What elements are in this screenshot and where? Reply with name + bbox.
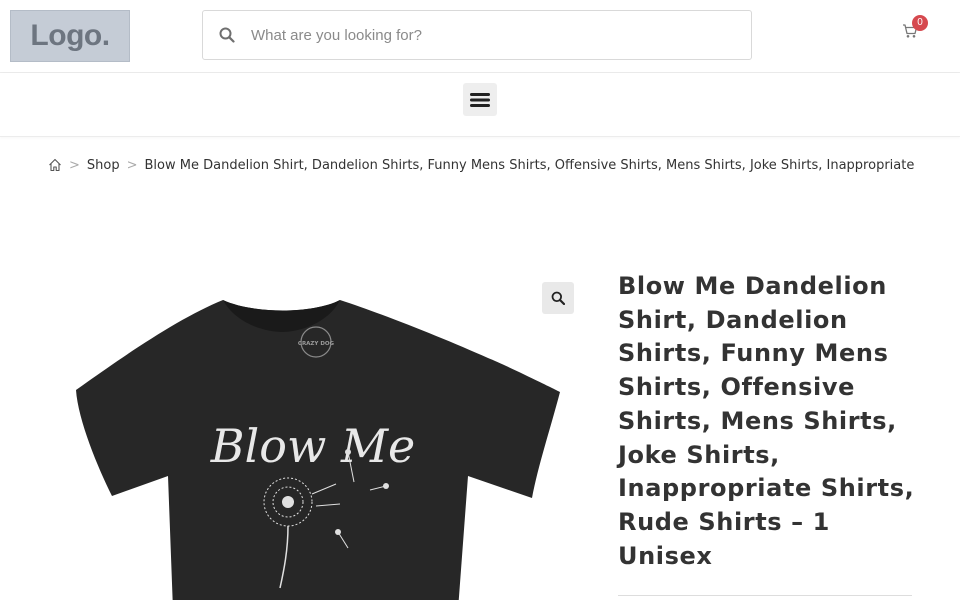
search-icon[interactable] xyxy=(203,11,251,59)
breadcrumb-separator: > xyxy=(126,157,138,173)
search-input[interactable] xyxy=(251,12,731,58)
divider xyxy=(618,595,912,596)
site-logo[interactable]: Logo. xyxy=(10,10,130,62)
shirt-tag-text: CRAZY DOG xyxy=(298,341,335,347)
search-bar xyxy=(202,10,752,60)
breadcrumb-current: Blow Me Dandelion Shirt, Dandelion Shirt… xyxy=(144,157,915,173)
site-header: Logo. 0 xyxy=(0,0,960,73)
menu-toggle-button[interactable] xyxy=(463,83,497,116)
menu-icon xyxy=(470,92,490,107)
product-image-gallery[interactable]: CRAZY DOG Blow Me xyxy=(48,270,588,600)
logo-text: Logo. xyxy=(30,19,110,52)
breadcrumb-shop-link[interactable]: Shop xyxy=(87,158,120,173)
home-icon[interactable] xyxy=(48,158,62,172)
breadcrumb-separator: > xyxy=(69,157,80,173)
product-title: Blow Me Dandelion Shirt, Dandelion Shirt… xyxy=(618,272,915,570)
cart-count-badge: 0 xyxy=(912,15,928,31)
product-image: CRAZY DOG Blow Me xyxy=(76,300,560,600)
nav-bar xyxy=(0,73,960,137)
image-zoom-button[interactable] xyxy=(542,282,574,314)
shirt-print-text: Blow Me xyxy=(210,419,416,473)
breadcrumb: > Shop > Blow Me Dandelion Shirt, Dandel… xyxy=(48,156,914,174)
zoom-icon xyxy=(551,291,565,305)
cart-button[interactable]: 0 xyxy=(902,15,928,42)
